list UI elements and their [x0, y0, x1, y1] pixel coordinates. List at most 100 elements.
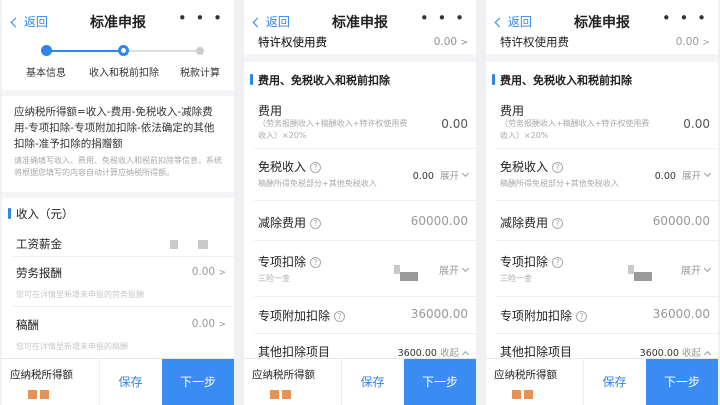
taxable-income-label: 应纳税所得额 [494, 369, 557, 381]
royalty-income-label[interactable]: 稿酬 [16, 317, 39, 333]
more-icon[interactable]: • • • [178, 9, 224, 27]
royalty-income-hint: 您可在详情里新增未申报的稿酬 [16, 342, 128, 351]
help-icon[interactable]: ? [552, 218, 564, 229]
labor-remuneration-label[interactable]: 劳务报酬 [16, 265, 62, 281]
step-line-done [46, 50, 124, 52]
row-divider [254, 296, 476, 297]
fee-value: 0.00 [683, 117, 710, 131]
bottom-bar: 应纳税所得额 保存 下一步 [244, 358, 476, 405]
screen-basic-income: 返回 标准申报 • • • 基本信息 收入和税前扣除 税款计算 应纳税所得额=收… [2, 0, 234, 405]
labor-remuneration-value[interactable]: 0.00 > [192, 266, 226, 278]
row-divider [254, 240, 476, 241]
bottom-bar: 应纳税所得额 保存 下一步 [2, 358, 234, 405]
more-icon[interactable]: • • • [662, 9, 708, 27]
next-step-button[interactable]: 下一步 [162, 359, 234, 405]
taxable-income-value [270, 384, 294, 403]
fee-formula: （劳务报酬收入+稿酬收入+特许权使用费收入）×20% [258, 119, 408, 140]
nav-bar: 返回 标准申报 • • • [2, 0, 234, 40]
special-additional-value: 36000.00 [410, 307, 468, 321]
redacted-value [634, 272, 652, 281]
row-divider [496, 148, 718, 149]
tax-free-income-label: 免税收入? [500, 158, 564, 175]
deduction-section-title: 费用、免税收入和税前扣除 [258, 74, 390, 87]
help-icon[interactable]: ? [310, 162, 322, 173]
step-label-income[interactable]: 收入和税前扣除 [84, 64, 164, 79]
salary-label: 工资薪金 [16, 237, 62, 251]
redacted-value [198, 240, 208, 249]
help-icon[interactable]: ? [334, 311, 346, 322]
standard-deduction-label: 减除费用? [500, 214, 564, 231]
franchise-fee-label: 特许权使用费 [500, 35, 569, 49]
redacted-value [524, 390, 533, 399]
franchise-fee-value: 0.00 > [433, 36, 468, 48]
standard-deduction-label: 减除费用? [258, 214, 322, 231]
help-icon[interactable]: ? [310, 218, 322, 229]
redacted-value [512, 390, 521, 399]
save-button[interactable]: 保存 [99, 359, 161, 405]
section-gap [2, 90, 234, 96]
franchise-fee-value: 0.00 > [675, 36, 710, 48]
help-icon[interactable]: ? [552, 257, 564, 268]
other-deduction-toggle[interactable]: 3600.00 收起 [398, 345, 470, 359]
special-deduction-toggle[interactable]: 展开 [681, 262, 712, 277]
tax-free-income-hint: 稿酬所得免税部分+其他免税收入 [500, 179, 619, 188]
other-deduction-toggle[interactable]: 3600.00 收起 [640, 345, 712, 359]
step-label-basic[interactable]: 基本信息 [16, 64, 76, 79]
step-label-tax[interactable]: 税款计算 [172, 64, 228, 79]
redacted-value [270, 390, 279, 399]
chevron-down-icon [461, 264, 470, 273]
step-dot-tax [196, 47, 204, 55]
formula-text: 应纳税所得额=收入-费用-免税收入-减除费用-专项扣除-专项附加扣除-依法确定的… [14, 106, 215, 150]
row-divider [496, 296, 718, 297]
row-divider [254, 333, 476, 334]
taxable-income-value [512, 384, 536, 403]
fee-label: 费用 [258, 104, 283, 118]
tax-free-income-value[interactable]: 0.00 展开 [655, 168, 712, 182]
save-button[interactable]: 保存 [341, 359, 403, 405]
section-marker [250, 74, 253, 85]
row-divider [496, 333, 718, 334]
help-icon[interactable]: ? [576, 311, 588, 322]
special-deduction-hint: 三险一金 [258, 274, 290, 283]
step-dot-income [118, 45, 129, 56]
panel-divider [476, 0, 484, 405]
section-marker [8, 208, 11, 219]
chevron-down-icon [703, 169, 712, 178]
row-divider [496, 200, 718, 201]
save-button[interactable]: 保存 [583, 359, 645, 405]
step-line-pending [124, 50, 200, 52]
fee-formula: （劳务报酬收入+稿酬收入+特许权使用费收入）×20% [500, 119, 650, 140]
help-icon[interactable]: ? [552, 162, 564, 173]
fee-label: 费用 [500, 104, 525, 118]
redacted-value [170, 240, 178, 249]
deduction-section-title: 费用、免税收入和税前扣除 [500, 74, 632, 87]
taxable-income-label: 应纳税所得额 [252, 369, 315, 381]
labor-remuneration-hint: 您可在详情里新增未申报的劳务报酬 [16, 290, 144, 299]
more-icon[interactable]: • • • [420, 9, 466, 27]
tax-free-income-label: 免税收入? [258, 158, 322, 175]
franchise-fee-label: 特许权使用费 [258, 35, 327, 49]
taxable-income-value [28, 384, 52, 403]
help-icon[interactable]: ? [310, 257, 322, 268]
special-deduction-hint: 三险一金 [500, 274, 532, 283]
special-deduction-toggle[interactable]: 展开 [439, 262, 470, 277]
chevron-down-icon [461, 169, 470, 178]
redacted-value [28, 390, 37, 399]
special-additional-label: 专项附加扣除? [258, 307, 346, 324]
special-additional-label: 专项附加扣除? [500, 307, 588, 324]
special-deduction-label: 专项扣除? [258, 253, 322, 270]
tax-free-income-value[interactable]: 0.00 展开 [413, 168, 470, 182]
section-gap [2, 192, 234, 198]
tip-text: 请准确填写收入、费用、免税收入和税前扣除等信息，系统将根据您填写的内容自动计算应… [14, 156, 222, 177]
next-step-button[interactable]: 下一步 [404, 359, 476, 405]
row-divider [12, 306, 234, 307]
row-divider [12, 256, 234, 257]
standard-deduction-value: 60000.00 [410, 214, 468, 228]
royalty-income-value[interactable]: 0.00 > [192, 318, 226, 330]
income-section-title: 收入（元） [16, 207, 74, 221]
section-gap [486, 54, 718, 62]
taxable-income-label: 应纳税所得额 [10, 369, 73, 381]
next-step-button[interactable]: 下一步 [646, 359, 718, 405]
screen-deductions-copy: 返回 标准申报 • • • 特许权使用费 0.00 > 费用、免税收入和税前扣除… [486, 0, 718, 405]
tax-free-income-hint: 稿酬所得免税部分+其他免税收入 [258, 179, 377, 188]
